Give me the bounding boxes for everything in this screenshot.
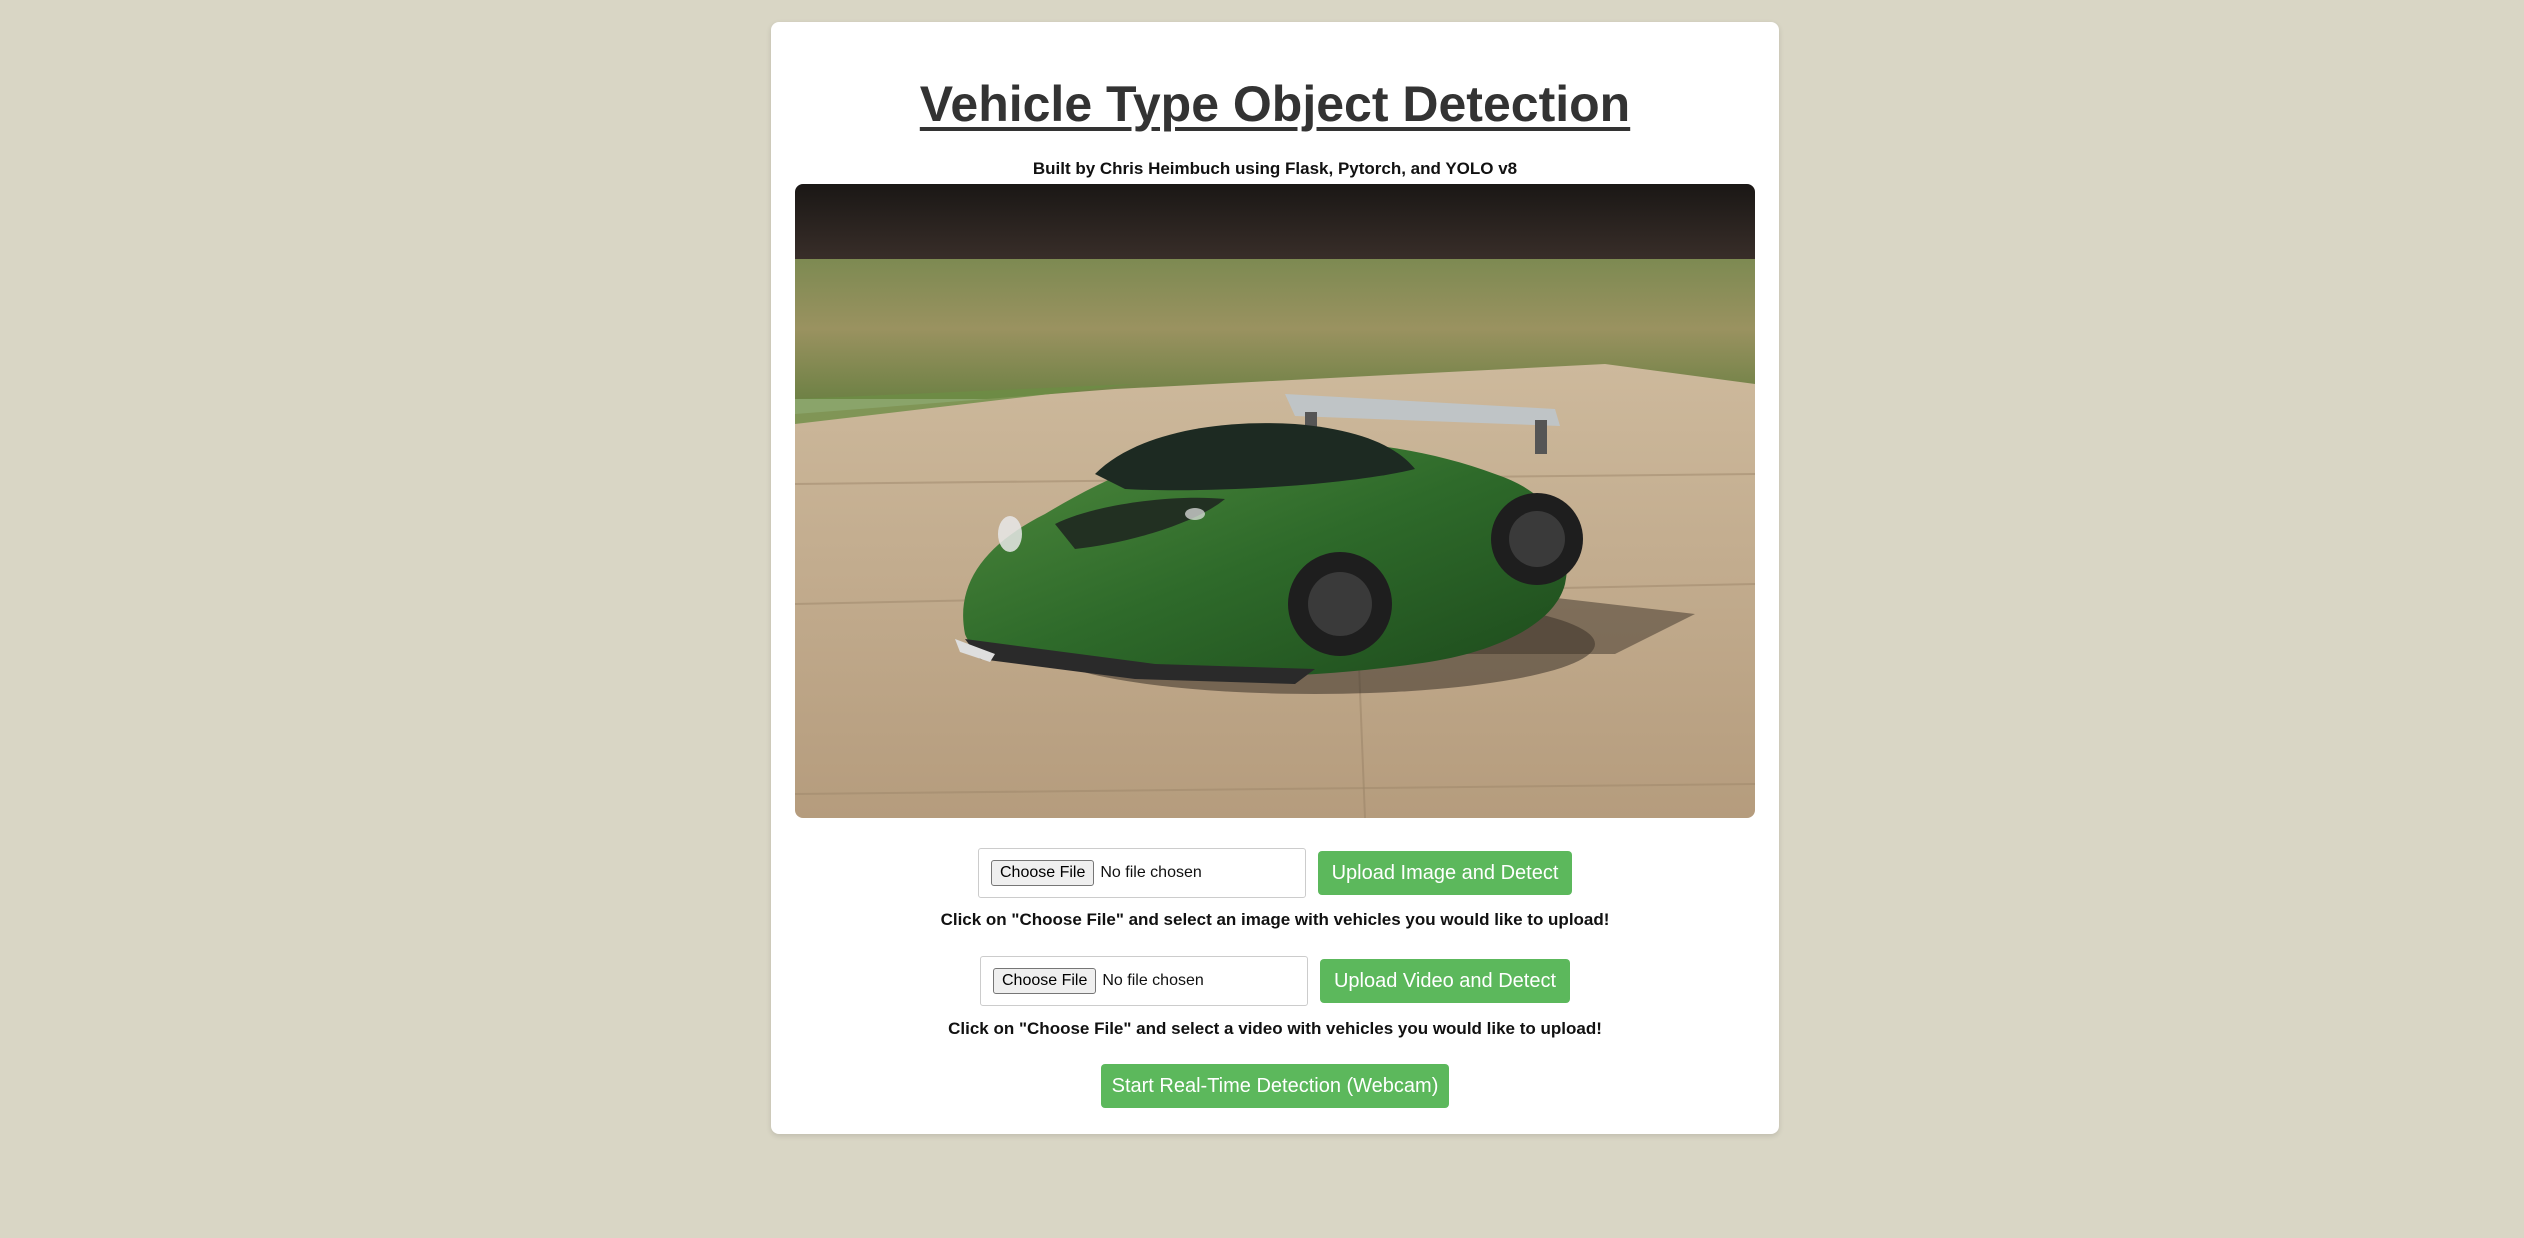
- page-title: Vehicle Type Object Detection: [919, 76, 1631, 132]
- upload-video-button[interactable]: Upload Video and Detect: [1320, 959, 1570, 1003]
- start-webcam-detection-button[interactable]: Start Real-Time Detection (Webcam): [1101, 1064, 1449, 1108]
- video-file-status: No file chosen: [1102, 972, 1204, 989]
- hero-car-image: [795, 184, 1755, 818]
- video-upload-row: Choose File No file chosen Upload Video …: [771, 956, 1779, 1006]
- video-upload-hint: Click on "Choose File" and select a vide…: [948, 1019, 1602, 1038]
- image-upload-row: Choose File No file chosen Upload Image …: [771, 848, 1779, 898]
- main-card: Vehicle Type Object Detection Built by C…: [771, 22, 1779, 1134]
- image-upload-hint: Click on "Choose File" and select an ima…: [940, 910, 1610, 929]
- image-file-input[interactable]: Choose File No file chosen: [978, 848, 1306, 898]
- image-file-status: No file chosen: [1100, 864, 1202, 881]
- page-subtitle: Built by Chris Heimbuch using Flask, Pyt…: [1032, 159, 1518, 178]
- video-choose-file-button[interactable]: Choose File: [993, 968, 1097, 994]
- webcam-row: Start Real-Time Detection (Webcam): [771, 1064, 1779, 1108]
- video-file-input[interactable]: Choose File No file chosen: [980, 956, 1308, 1006]
- image-choose-file-button[interactable]: Choose File: [991, 860, 1095, 886]
- upload-image-button[interactable]: Upload Image and Detect: [1318, 851, 1572, 895]
